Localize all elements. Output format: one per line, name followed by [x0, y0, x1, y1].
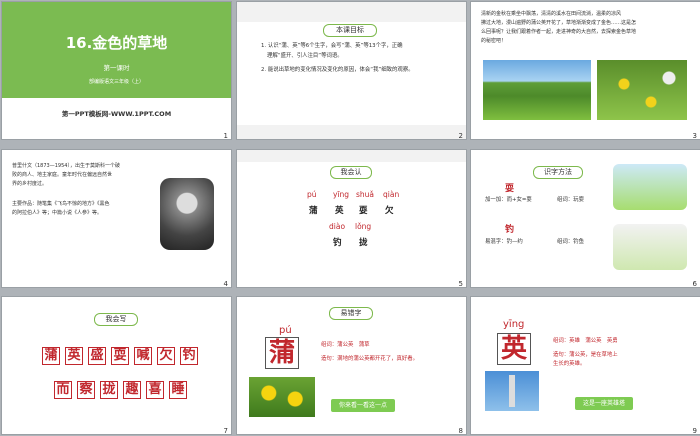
- pinyin-diao: diào: [329, 222, 346, 231]
- intro-line-3: 么回事呢？让我们跟着作者一起，走进神奇的大自然，去探索金色草地: [481, 29, 637, 35]
- pinyin-long: lǒng: [355, 222, 372, 231]
- word-diao: 组词：钓鱼: [557, 239, 584, 245]
- dandelion-photo: [249, 377, 315, 417]
- works-line-2: 的阿拉伯人》等；中篇小说《人参》等。: [12, 210, 103, 216]
- write-char-11: 趣: [123, 381, 141, 399]
- author-portrait: [160, 178, 214, 250]
- char-shua-red: 耍: [505, 184, 515, 194]
- monument-tower: [509, 375, 515, 407]
- write-char-2: 英: [65, 347, 83, 365]
- sentence-pu: 造句：满地的蒲公英都开花了，真好看。: [321, 356, 419, 362]
- method-add: 加一加：而+女=耍: [485, 197, 532, 203]
- write-char-8: 而: [54, 381, 72, 399]
- write-char-3: 盛: [88, 347, 106, 365]
- write-char-9: 察: [77, 381, 95, 399]
- write-char-5: 喊: [134, 347, 152, 365]
- playground-image: [613, 164, 687, 210]
- look-button[interactable]: 你来看一看这一点: [331, 399, 395, 412]
- char-qian: 欠: [385, 206, 394, 216]
- grade-label: 部编版语文三年级（上）: [88, 79, 144, 85]
- slide-number: 3: [692, 132, 697, 139]
- intro-line-2: 拂过大地，漫山遍野的蒲公英开花了，草地渐渐变成了金色……这是怎: [481, 20, 637, 26]
- pinyin-ying: yīng: [503, 319, 525, 330]
- slide-9[interactable]: yīng 英 组词：英雄 蒲公英 英勇 造句：蒲公英，是在草地上 生长的英雄。 …: [471, 297, 700, 434]
- section-pill: 易错字: [329, 307, 373, 320]
- char-shua: 耍: [359, 206, 368, 216]
- char-pu: 蒲: [309, 206, 318, 216]
- write-char-1: 蒲: [42, 347, 60, 365]
- word-shua: 组词：玩耍: [557, 197, 584, 203]
- word-pu: 组词：蒲公英 蒲草: [321, 342, 370, 348]
- pinyin-pu: pú: [279, 325, 292, 336]
- slide-1[interactable]: 16.金色的草地 第一课时 部编版语文三年级（上） 第一PPT模板网-WWW.1…: [2, 2, 231, 139]
- section-pill: 本课目标: [323, 24, 377, 37]
- slide-4[interactable]: 普里什文（1873—1954），出生于莫斯科一个破 败的商人、地主家庭。童年时代…: [2, 150, 231, 287]
- works-line-1: 主要作品：随笔集《飞鸟不惊的地方》《黑色: [12, 201, 110, 207]
- method-confuse: 易混字：钓—约: [485, 239, 523, 245]
- slide-7[interactable]: 我会写 蒲 英 盛 耍 喊 欠 钓 而 察 拢 趣 喜 睡 7: [2, 297, 231, 434]
- slide-8[interactable]: 易错字 pú 蒲 组词：蒲公英 蒲草 造句：满地的蒲公英都开花了，真好看。 你来…: [237, 297, 466, 434]
- pinyin-qian: qiàn: [383, 190, 400, 199]
- slide-3[interactable]: 清新的金秋在乘坐中飘荡，清清的溪水在田间流淌，温柔的凉风 拂过大地，漫山遍野的蒲…: [471, 2, 700, 139]
- pinyin-pu: pú: [307, 190, 317, 199]
- pinyin-shua: shuǎ: [356, 190, 375, 199]
- write-char-6: 欠: [157, 347, 175, 365]
- sentence-ying-2: 生长的英雄。: [553, 361, 586, 367]
- tower-button[interactable]: 这是一座英雄塔: [575, 397, 633, 410]
- slide-2[interactable]: 本课目标 1. 认识“蒲、英”等6个生字，会写“蒲、英”等13个字，正确 理解“…: [237, 2, 466, 139]
- char-diao: 钓: [333, 238, 342, 248]
- dandelion-photo: [597, 60, 687, 120]
- slide-subtitle: 第一课时: [103, 64, 130, 72]
- section-pill: 我会认: [330, 166, 372, 179]
- intro-line-1: 清新的金秋在乘坐中飘荡，清清的溪水在田间流淌，温柔的凉风: [481, 11, 622, 17]
- slide-number: 9: [692, 427, 697, 434]
- big-char-ying: 英: [497, 333, 531, 365]
- sentence-ying-1: 造句：蒲公英，是在草地上: [553, 352, 618, 358]
- slide-number: 6: [692, 280, 697, 287]
- pinyin-ying: yīng: [333, 190, 350, 199]
- top-band: [237, 2, 466, 22]
- write-char-12: 喜: [146, 381, 164, 399]
- write-char-10: 拢: [100, 381, 118, 399]
- big-char-pu: 蒲: [265, 337, 299, 369]
- bio-line-1: 普里什文（1873—1954），出生于莫斯科一个破: [12, 163, 120, 169]
- write-char-13: 睡: [169, 381, 187, 399]
- slide-number: 1: [223, 132, 228, 139]
- slide-number: 5: [458, 280, 463, 287]
- char-diao-red: 钓: [505, 225, 515, 235]
- word-ying: 组词：英雄 蒲公英 英勇: [553, 338, 618, 344]
- slide-5[interactable]: 我会认 pú yīng shuǎ qiàn 蒲 英 耍 欠 diào lǒng …: [237, 150, 466, 287]
- section-pill: 识字方法: [533, 166, 583, 179]
- slide-number: 4: [223, 280, 228, 287]
- footer-link[interactable]: 第一PPT模板网-WWW.1PPT.COM: [2, 108, 231, 118]
- write-char-4: 耍: [111, 347, 129, 365]
- intro-line-4: 的秘密吧！: [481, 38, 507, 44]
- slide-number: 8: [458, 427, 463, 434]
- section-pill: 我会写: [94, 313, 138, 326]
- meadow-photo: [483, 60, 591, 120]
- fishing-image: [613, 224, 687, 270]
- slide-6[interactable]: 识字方法 耍 加一加：而+女=耍 组词：玩耍 钓 易混字：钓—约 组词：钓鱼 6: [471, 150, 700, 287]
- goal-line-3: 2. 能说出草地的变化情况及变化的原因，体会“我”细致的观察。: [261, 67, 414, 73]
- write-char-7: 钓: [180, 347, 198, 365]
- char-ying: 英: [335, 206, 344, 216]
- bio-line-3: 界的乡村度过。: [12, 181, 48, 187]
- slide-number: 2: [458, 132, 463, 139]
- bottom-band: [237, 125, 466, 139]
- slide-number: 7: [223, 427, 228, 434]
- bio-line-2: 败的商人、地主家庭。童年时代在偏远自然世: [12, 172, 113, 178]
- top-band: [237, 150, 466, 162]
- goal-line-2: 理解“盛开、引人注目”等词语。: [267, 53, 343, 59]
- goal-line-1: 1. 认识“蒲、英”等6个生字，会写“蒲、英”等13个字，正确: [261, 43, 403, 49]
- slide-title: 16.金色的草地: [65, 34, 168, 52]
- char-long: 拢: [359, 238, 368, 248]
